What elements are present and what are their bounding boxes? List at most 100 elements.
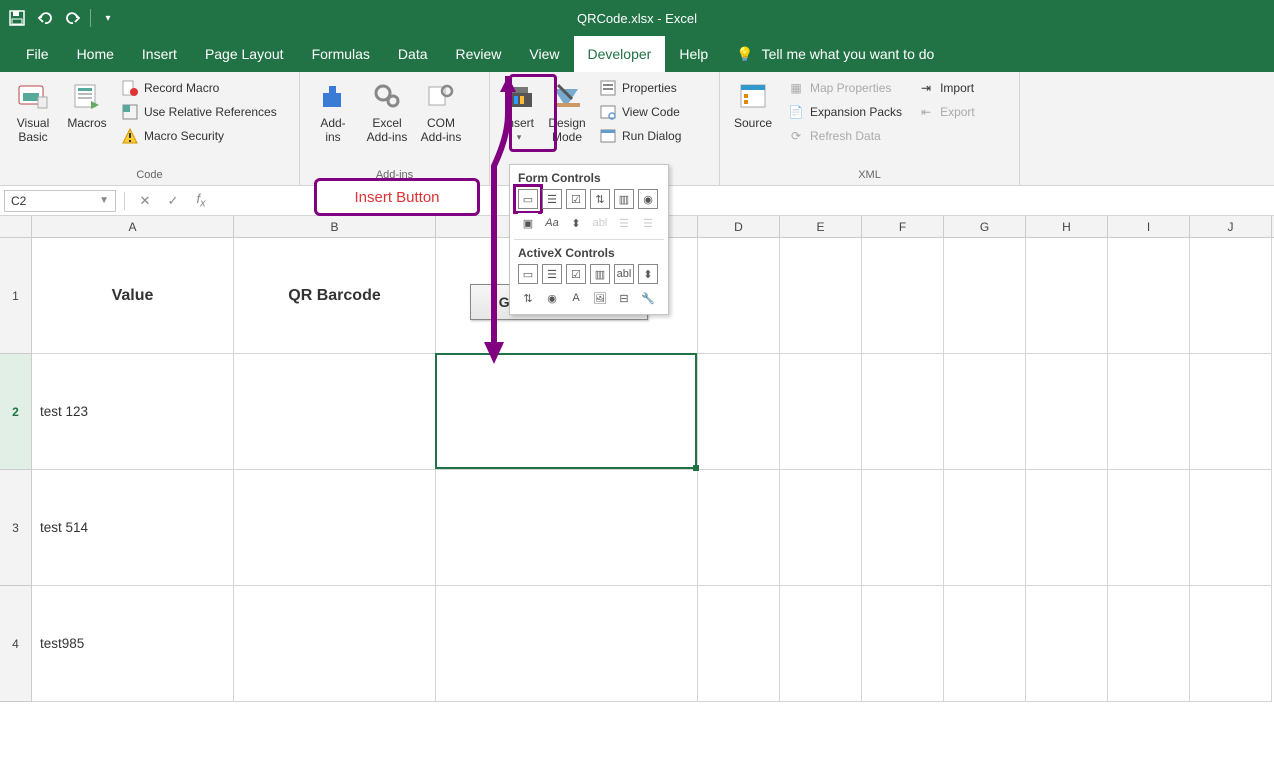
select-all-corner[interactable]: [0, 216, 32, 237]
cell-I2[interactable]: [1108, 354, 1190, 470]
form-option-icon[interactable]: ◉: [638, 189, 658, 209]
cell-B2[interactable]: [234, 354, 436, 470]
cell-G3[interactable]: [944, 470, 1026, 586]
form-listbox-icon[interactable]: ▥: [614, 189, 634, 209]
cell-J4[interactable]: [1190, 586, 1272, 702]
cell-D4[interactable]: [698, 586, 780, 702]
row-headers[interactable]: 1234: [0, 238, 32, 702]
ax-textbox-icon[interactable]: abl: [614, 264, 634, 284]
row-header-1[interactable]: 1: [0, 238, 32, 354]
cell-J2[interactable]: [1190, 354, 1272, 470]
form-combo-icon[interactable]: ☰: [542, 189, 562, 209]
form-text-icon[interactable]: abl: [590, 213, 610, 233]
col-header-H[interactable]: H: [1026, 216, 1108, 237]
cell-A3[interactable]: test 514: [32, 470, 234, 586]
row-header-2[interactable]: 2: [0, 354, 32, 470]
save-icon[interactable]: [6, 7, 28, 29]
xml-source-button[interactable]: Source: [726, 76, 780, 134]
cell-D3[interactable]: [698, 470, 780, 586]
tab-help[interactable]: Help: [665, 36, 722, 72]
cell-C4[interactable]: [436, 586, 698, 702]
cell-E4[interactable]: [780, 586, 862, 702]
cell-E3[interactable]: [780, 470, 862, 586]
ax-list-icon[interactable]: ▥: [590, 264, 610, 284]
properties-button[interactable]: Properties: [596, 78, 685, 98]
cell-I3[interactable]: [1108, 470, 1190, 586]
cell-J1[interactable]: [1190, 238, 1272, 354]
cell-C2[interactable]: [436, 354, 698, 470]
cell-I1[interactable]: [1108, 238, 1190, 354]
cell-E1[interactable]: [780, 238, 862, 354]
qat-customize-icon[interactable]: ▾: [97, 7, 119, 29]
cell-E2[interactable]: [780, 354, 862, 470]
cell-B3[interactable]: [234, 470, 436, 586]
cell-H1[interactable]: [1026, 238, 1108, 354]
insert-function-button[interactable]: fx: [189, 190, 213, 212]
form-spin-icon[interactable]: ⇅: [590, 189, 610, 209]
tab-data[interactable]: Data: [384, 36, 442, 72]
name-box[interactable]: C2▼: [4, 190, 116, 212]
form-combo2-icon[interactable]: ☰: [614, 213, 634, 233]
run-dialog-button[interactable]: Run Dialog: [596, 126, 685, 146]
cell-H3[interactable]: [1026, 470, 1108, 586]
tab-home[interactable]: Home: [63, 36, 128, 72]
macros-button[interactable]: Macros: [60, 76, 114, 134]
cell-G4[interactable]: [944, 586, 1026, 702]
cell-D2[interactable]: [698, 354, 780, 470]
form-checkbox-icon[interactable]: ☑: [566, 189, 586, 209]
ax-more-icon[interactable]: 🔧: [638, 288, 658, 308]
cell-H4[interactable]: [1026, 586, 1108, 702]
enter-formula-button[interactable]: ✓: [161, 190, 185, 212]
tab-file[interactable]: File: [12, 36, 63, 72]
cell-H2[interactable]: [1026, 354, 1108, 470]
col-header-I[interactable]: I: [1108, 216, 1190, 237]
cell-F4[interactable]: [862, 586, 944, 702]
macro-security-button[interactable]: Macro Security: [118, 126, 281, 146]
undo-icon[interactable]: [34, 7, 56, 29]
col-header-B[interactable]: B: [234, 216, 436, 237]
cell-F3[interactable]: [862, 470, 944, 586]
cell-A1[interactable]: Value: [32, 238, 234, 354]
ax-checkbox-icon[interactable]: ☑: [566, 264, 586, 284]
col-header-A[interactable]: A: [32, 216, 234, 237]
ax-option-icon[interactable]: ◉: [542, 288, 562, 308]
ax-scroll-icon[interactable]: ⬍: [638, 264, 658, 284]
form-button-control-icon[interactable]: ▭: [518, 189, 538, 209]
redo-icon[interactable]: [62, 7, 84, 29]
row-header-4[interactable]: 4: [0, 586, 32, 702]
tab-page-layout[interactable]: Page Layout: [191, 36, 298, 72]
ax-button-icon[interactable]: ▭: [518, 264, 538, 284]
cell-G2[interactable]: [944, 354, 1026, 470]
cell-D1[interactable]: [698, 238, 780, 354]
ax-spin-icon[interactable]: ⇅: [518, 288, 538, 308]
tab-formulas[interactable]: Formulas: [298, 36, 384, 72]
ax-image-icon[interactable]: 🖼: [590, 288, 610, 308]
col-header-G[interactable]: G: [944, 216, 1026, 237]
cell-A4[interactable]: test985: [32, 586, 234, 702]
cell-J3[interactable]: [1190, 470, 1272, 586]
cell-B4[interactable]: [234, 586, 436, 702]
view-code-button[interactable]: View Code: [596, 102, 685, 122]
visual-basic-button[interactable]: Visual Basic: [6, 76, 60, 148]
cell-F2[interactable]: [862, 354, 944, 470]
tab-view[interactable]: View: [515, 36, 573, 72]
col-header-D[interactable]: D: [698, 216, 780, 237]
row-header-3[interactable]: 3: [0, 470, 32, 586]
cell-I4[interactable]: [1108, 586, 1190, 702]
cell-B1[interactable]: QR Barcode: [234, 238, 436, 354]
insert-controls-button[interactable]: Insert ▾: [496, 76, 542, 148]
ax-label-icon[interactable]: A: [566, 288, 586, 308]
col-header-E[interactable]: E: [780, 216, 862, 237]
import-button[interactable]: ⇥Import: [914, 78, 979, 98]
tab-developer[interactable]: Developer: [574, 36, 666, 72]
tell-me[interactable]: 💡Tell me what you want to do: [722, 36, 948, 72]
cell-F1[interactable]: [862, 238, 944, 354]
tab-insert[interactable]: Insert: [128, 36, 191, 72]
design-mode-button[interactable]: Design Mode: [542, 76, 592, 148]
col-header-F[interactable]: F: [862, 216, 944, 237]
com-addins-button[interactable]: COM Add-ins: [414, 76, 468, 148]
cancel-formula-button[interactable]: ✕: [133, 190, 157, 212]
col-header-J[interactable]: J: [1190, 216, 1272, 237]
tab-review[interactable]: Review: [442, 36, 516, 72]
excel-addins-button[interactable]: Excel Add-ins: [360, 76, 414, 148]
